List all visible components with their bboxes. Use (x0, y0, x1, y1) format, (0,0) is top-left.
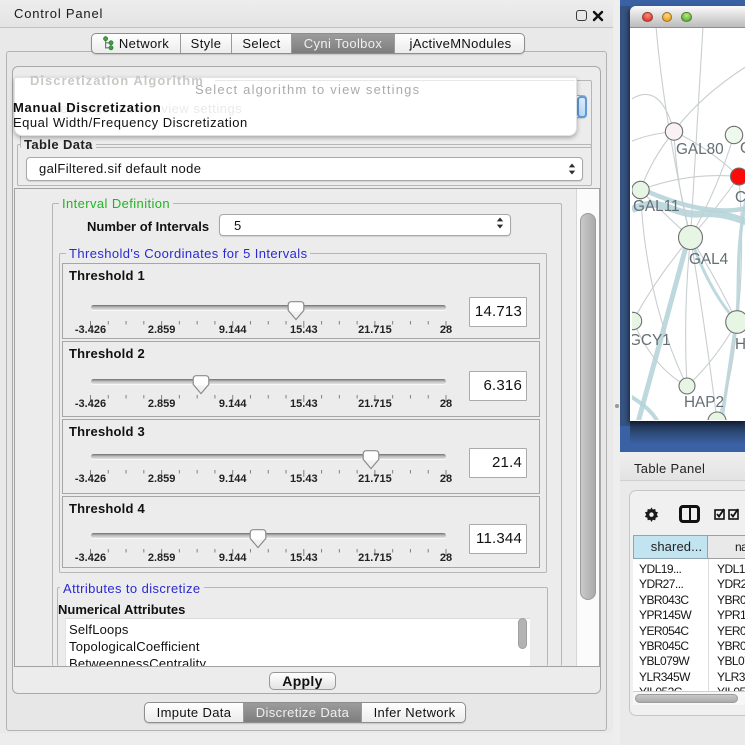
svg-text:GAL4: GAL4 (689, 251, 729, 268)
svg-text:GCY1: GCY1 (632, 332, 671, 349)
svg-text:GAL: GAL (740, 140, 745, 157)
svg-text:HI: HI (735, 336, 745, 353)
svg-text:GAL80: GAL80 (676, 141, 724, 158)
svg-text:CY: CY (735, 189, 745, 206)
svg-text:HAP2: HAP2 (684, 394, 724, 411)
svg-text:GAL11: GAL11 (633, 198, 680, 215)
